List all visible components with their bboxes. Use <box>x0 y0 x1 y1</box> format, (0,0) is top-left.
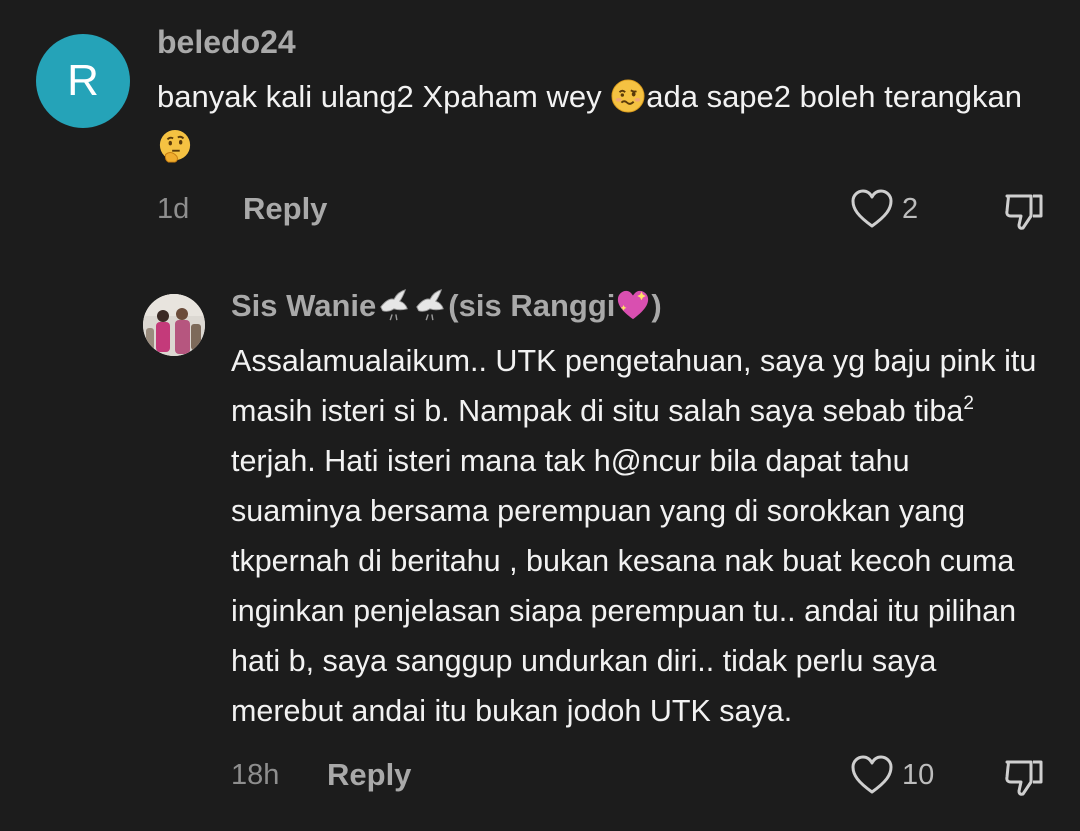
dislike-button[interactable] <box>1003 756 1047 803</box>
like-count: 2 <box>902 192 919 225</box>
reply-button[interactable]: Reply <box>327 757 411 793</box>
comment-meta: 1d <box>157 186 189 232</box>
like-count: 10 <box>902 758 935 791</box>
thinking-face-emoji <box>159 129 191 163</box>
comment-text-part: terjah. Hati isteri mana tak h@ncur bila… <box>231 444 1017 728</box>
comment-text: Assalamualaikum.. UTK pengetahuan, saya … <box>231 336 1046 736</box>
sparkling-heart-emoji <box>618 290 649 320</box>
reply-button-wrapper: Reply <box>327 752 411 798</box>
username-text: Sis Wanie <box>231 288 377 323</box>
comment-username[interactable]: beledo24 <box>157 24 296 61</box>
username-text: ) <box>651 288 662 323</box>
comment-time: 18h <box>231 758 280 791</box>
comment-time: 1d <box>157 192 190 225</box>
woozy-face-emoji <box>611 79 645 113</box>
profile-photo <box>143 294 205 356</box>
dove-emoji <box>380 289 409 321</box>
comment-text-part: banyak kali ulang2 Xpaham wey <box>157 79 611 114</box>
superscript: 2 <box>963 393 974 414</box>
avatar[interactable]: R <box>36 34 130 128</box>
comment-username[interactable]: Sis Wanie (sis Ranggi ) <box>231 288 662 324</box>
comment-text: banyak kali ulang2 Xpaham wey ada sape2 … <box>157 72 1037 172</box>
heart-icon <box>851 189 893 228</box>
comment-text-part: ada sape2 boleh terangkan <box>646 79 1022 114</box>
reply-button-wrapper: Reply <box>243 186 327 232</box>
dove-emoji <box>416 289 445 321</box>
dislike-button[interactable] <box>1003 190 1047 237</box>
heart-icon <box>851 755 893 794</box>
username-text: (sis Ranggi <box>448 288 616 323</box>
comment-text-part: Assalamualaikum.. UTK pengetahuan, saya … <box>231 344 1037 428</box>
like-button[interactable]: 2 <box>850 188 918 230</box>
avatar-letter: R <box>67 56 99 105</box>
reply-comment: Sis Wanie (sis Ranggi ) Assalamualaikum.… <box>0 270 1080 831</box>
thumbs-down-icon <box>1005 760 1043 796</box>
thumbs-down-icon <box>1005 194 1043 230</box>
comment: R beledo24 banyak kali ulang2 Xpaham wey… <box>0 0 1080 260</box>
avatar[interactable] <box>143 294 205 356</box>
like-button[interactable]: 10 <box>850 754 934 796</box>
reply-button[interactable]: Reply <box>243 191 327 227</box>
comment-meta: 18h <box>231 752 279 798</box>
